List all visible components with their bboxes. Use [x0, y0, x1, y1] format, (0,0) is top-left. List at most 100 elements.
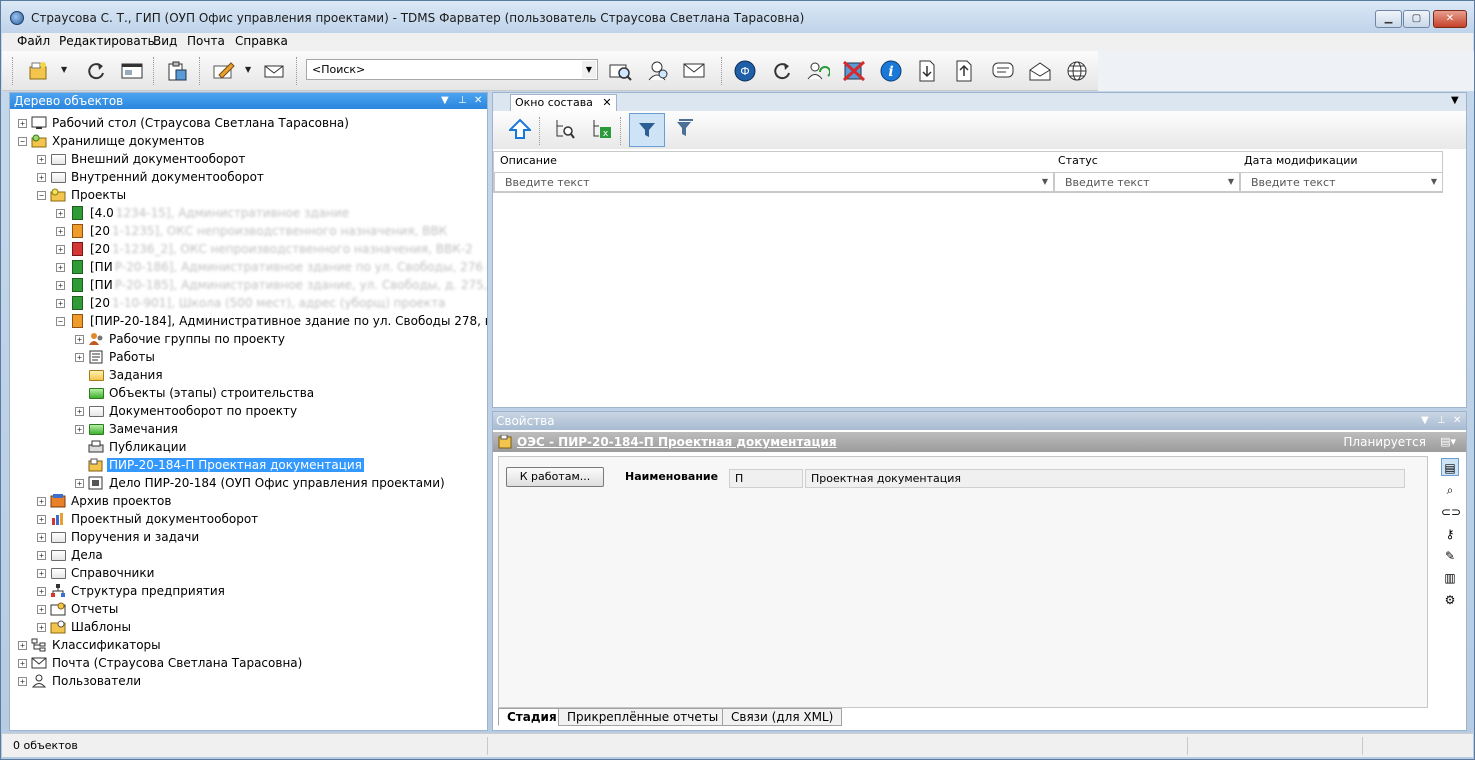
- expand-icon[interactable]: +: [75, 478, 84, 488]
- tab-attached-reports[interactable]: Прикреплённые отчеты: [558, 708, 728, 726]
- export-excel-icon[interactable]: x: [588, 117, 614, 141]
- tree-node[interactable]: + Поручения и задачи: [37, 528, 201, 546]
- collapse-icon[interactable]: −: [56, 316, 65, 326]
- menu-help[interactable]: Справка: [235, 34, 288, 48]
- expand-icon[interactable]: +: [37, 514, 46, 524]
- expand-icon[interactable]: +: [18, 640, 27, 650]
- expand-icon[interactable]: +: [56, 208, 65, 218]
- tree-node[interactable]: + [20 1-1235], ОКС непроизводственного наз…: [56, 222, 447, 240]
- window-view-icon[interactable]: [119, 59, 145, 83]
- tree-node[interactable]: + Дело ПИР-20-184 (ОУП Офис управления пр…: [75, 474, 447, 492]
- key-icon[interactable]: ⚷: [1441, 525, 1459, 543]
- tree-node[interactable]: + Документооборот по проекту: [75, 402, 299, 420]
- info-icon[interactable]: i: [878, 59, 904, 83]
- panel-menu-icon[interactable]: ▼: [1451, 95, 1459, 106]
- expand-icon[interactable]: +: [37, 154, 46, 164]
- filter-settings-icon[interactable]: [671, 117, 697, 141]
- expand-icon[interactable]: +: [56, 262, 65, 272]
- expand-icon[interactable]: +: [37, 172, 46, 182]
- disconnect-icon[interactable]: [841, 59, 867, 83]
- collapse-icon[interactable]: −: [37, 190, 46, 200]
- expand-icon[interactable]: +: [37, 622, 46, 632]
- maximize-button[interactable]: ▢: [1403, 10, 1430, 28]
- title-bar[interactable]: Страусова С. Т., ГИП (ОУП Офис управлени…: [1, 1, 1474, 33]
- column-modified-header[interactable]: Дата модификации: [1244, 154, 1358, 167]
- tree-node[interactable]: − Хранилище документов: [18, 132, 206, 150]
- new-object-dropdown-icon[interactable]: ▼: [61, 65, 67, 74]
- tree-node[interactable]: + Справочники: [37, 564, 156, 582]
- mail-search-icon[interactable]: [682, 59, 708, 83]
- tree-node[interactable]: + [4.0 1234-15], Административное здание: [56, 204, 349, 222]
- refresh-icon[interactable]: [83, 59, 109, 83]
- expand-icon[interactable]: +: [37, 550, 46, 560]
- collapse-icon[interactable]: −: [18, 136, 27, 146]
- filter-active-icon[interactable]: [629, 113, 665, 147]
- props-close-icon[interactable]: ✕: [1453, 413, 1461, 429]
- book-icon[interactable]: ▥: [1441, 569, 1459, 587]
- tree-node[interactable]: + Почта (Страусова Светлана Тарасовна): [18, 654, 304, 672]
- expand-icon[interactable]: +: [37, 496, 46, 506]
- name-value-field[interactable]: Проектная документация: [805, 469, 1405, 488]
- expand-icon[interactable]: +: [37, 604, 46, 614]
- clipboard-icon[interactable]: [164, 59, 190, 83]
- expand-icon[interactable]: +: [37, 586, 46, 596]
- search-dropdown-icon[interactable]: ▼: [582, 61, 596, 78]
- tree-node[interactable]: + Рабочие группы по проекту: [75, 330, 287, 348]
- tree-node[interactable]: Объекты (этапы) строительства: [75, 384, 316, 402]
- folder-search-icon[interactable]: [608, 59, 634, 83]
- minimize-button[interactable]: ▁: [1375, 10, 1402, 28]
- expand-icon[interactable]: +: [56, 280, 65, 290]
- expand-icon[interactable]: +: [18, 118, 27, 128]
- props-dropdown-icon[interactable]: ▼: [1421, 413, 1429, 429]
- chevron-down-icon[interactable]: ▼: [1224, 174, 1238, 190]
- menu-edit[interactable]: Редактировать: [59, 34, 155, 48]
- tree-node[interactable]: + Структура предприятия: [37, 582, 227, 600]
- expand-icon[interactable]: +: [75, 424, 84, 434]
- expand-icon[interactable]: +: [37, 568, 46, 578]
- settings-icon[interactable]: ⚙: [1441, 591, 1459, 609]
- tree-node[interactable]: + Внешний документооборот: [37, 150, 247, 168]
- expand-icon[interactable]: +: [18, 676, 27, 686]
- tree-node[interactable]: Публикации: [75, 438, 188, 456]
- expand-icon[interactable]: +: [56, 298, 65, 308]
- message-icon[interactable]: [990, 59, 1016, 83]
- search-input[interactable]: <Поиск> ▼: [306, 59, 598, 80]
- tree-node[interactable]: + [ПИ Р-20-185], Административное здание, …: [56, 276, 487, 294]
- go-up-icon[interactable]: [507, 117, 533, 141]
- check-out-icon[interactable]: [951, 59, 977, 83]
- farvater-logo-icon[interactable]: Ф: [732, 59, 758, 83]
- status-menu-icon[interactable]: ▤▾: [1440, 432, 1456, 452]
- tree-close-icon[interactable]: ✕: [474, 93, 482, 109]
- tree-node[interactable]: − [ПИР-20-184], Административное здание п…: [56, 312, 487, 330]
- globe-icon[interactable]: [1064, 59, 1090, 83]
- expand-icon[interactable]: +: [75, 352, 84, 362]
- to-works-button[interactable]: К работам...: [506, 467, 604, 487]
- tree-node[interactable]: Задания: [75, 366, 165, 384]
- expand-icon[interactable]: +: [56, 244, 65, 254]
- user-search-icon[interactable]: [646, 59, 672, 83]
- tree-dropdown-icon[interactable]: ▼: [441, 93, 449, 109]
- tree-node[interactable]: + Отчеты: [37, 600, 120, 618]
- tree-node[interactable]: + Архив проектов: [37, 492, 173, 510]
- tree-node[interactable]: + Внутренний документооборот: [37, 168, 266, 186]
- properties-view-icon[interactable]: ▤: [1441, 458, 1459, 476]
- tab-xml-links[interactable]: Связи (для XML): [722, 708, 843, 726]
- users-sync-icon[interactable]: [805, 59, 831, 83]
- column-status-header[interactable]: Статус: [1058, 154, 1098, 167]
- props-pin-icon[interactable]: ⊥: [1437, 413, 1446, 429]
- menu-view[interactable]: Вид: [153, 34, 177, 48]
- tree-node[interactable]: + Шаблоны: [37, 618, 133, 636]
- tree-node[interactable]: + Работы: [75, 348, 157, 366]
- tree-node[interactable]: + Дела: [37, 546, 105, 564]
- tree-pin-icon[interactable]: ⊥: [458, 93, 467, 109]
- expand-icon[interactable]: +: [56, 226, 65, 236]
- expand-icon[interactable]: +: [75, 406, 84, 416]
- tree-node[interactable]: + Пользователи: [18, 672, 143, 690]
- object-title-link[interactable]: ОЭС - ПИР-20-184-П Проектная документаци…: [517, 432, 837, 452]
- sync-icon[interactable]: [769, 59, 795, 83]
- description-filter-input[interactable]: Введите текст ▼: [494, 172, 1054, 192]
- edit-dropdown-icon[interactable]: ▼: [245, 65, 251, 74]
- tree-search-icon[interactable]: [551, 117, 577, 141]
- tree-node[interactable]: ПИР-20-184-П Проектная документация: [75, 456, 364, 474]
- chevron-down-icon[interactable]: ▼: [1038, 174, 1052, 190]
